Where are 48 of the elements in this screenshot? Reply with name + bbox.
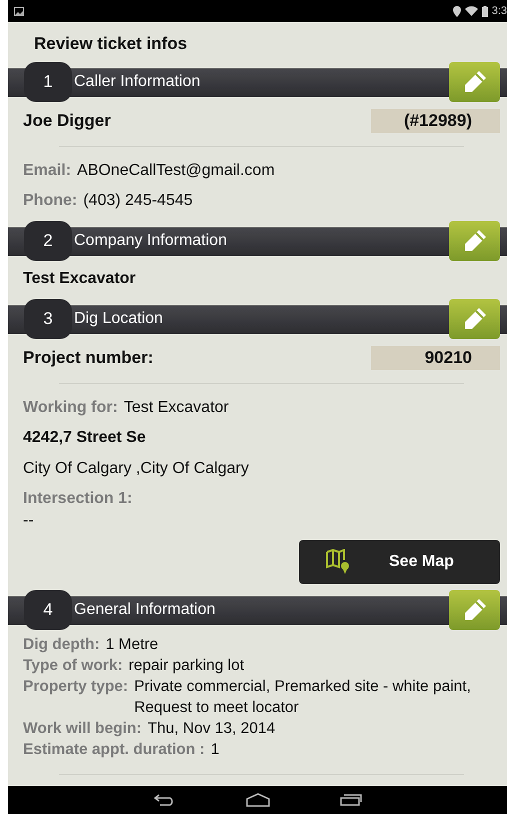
- section-number: 2: [24, 221, 72, 261]
- image-icon: [14, 6, 24, 16]
- field-label: Dig depth:: [23, 635, 100, 655]
- field-value: repair parking lot: [128, 656, 244, 676]
- row-title: Project number:: [23, 348, 154, 368]
- map-pin-icon: [325, 549, 351, 575]
- field-value: 1: [210, 740, 220, 760]
- see-map-button[interactable]: See Map: [299, 540, 500, 584]
- field-value: (403) 245-4545: [83, 191, 193, 211]
- info-text: City Of Calgary ,City Of Calgary: [23, 459, 250, 479]
- field-value: Thu, Nov 13, 2014: [148, 719, 276, 739]
- field-value: Test Excavator: [124, 398, 229, 418]
- back-icon[interactable]: [154, 794, 176, 806]
- field-label: Working for:: [23, 398, 118, 418]
- row-title: Joe Digger: [23, 111, 111, 131]
- bold-text: Test Excavator: [23, 269, 137, 289]
- field-value: ABOneCallTest@gmail.com: [77, 161, 275, 181]
- wifi-icon: [464, 6, 478, 16]
- ticket-number: (#12989): [371, 109, 500, 133]
- section-title: Dig Location: [74, 310, 163, 328]
- edit-button[interactable]: [449, 590, 500, 630]
- location-icon: [452, 6, 461, 16]
- page-title: Review ticket infos: [34, 34, 188, 55]
- section-number: 3: [24, 299, 72, 339]
- field-label: Phone:: [23, 191, 78, 211]
- field-label: Property type:: [23, 677, 128, 697]
- field-label: Email:: [23, 161, 72, 181]
- field-value: 1 Metre: [106, 635, 158, 655]
- edit-button[interactable]: [449, 299, 500, 339]
- field-label: Intersection 1:: [23, 489, 134, 509]
- field-label: Estimate appt. duration :: [23, 740, 205, 760]
- section-title: Company Information: [74, 232, 227, 250]
- section-title: General Information: [74, 601, 216, 619]
- section-title: Caller Information: [74, 73, 200, 91]
- bold-text: 4242,7 Street Se: [23, 428, 147, 448]
- edit-button[interactable]: [449, 221, 500, 261]
- status-time: 3:3: [492, 5, 507, 17]
- home-icon[interactable]: [246, 793, 270, 807]
- battery-icon: [482, 6, 488, 16]
- recents-icon[interactable]: [340, 794, 362, 806]
- edit-button[interactable]: [449, 62, 500, 102]
- section-number: 1: [24, 62, 72, 102]
- section-number: 4: [24, 590, 72, 630]
- ticket-number: 90210: [371, 346, 500, 370]
- field-label: Type of work:: [23, 656, 123, 676]
- field-label: Work will begin:: [23, 719, 142, 739]
- info-text: --: [23, 511, 35, 531]
- field-value: Private commercial, Premarked site - white paint, Request to meet locator: [134, 677, 472, 718]
